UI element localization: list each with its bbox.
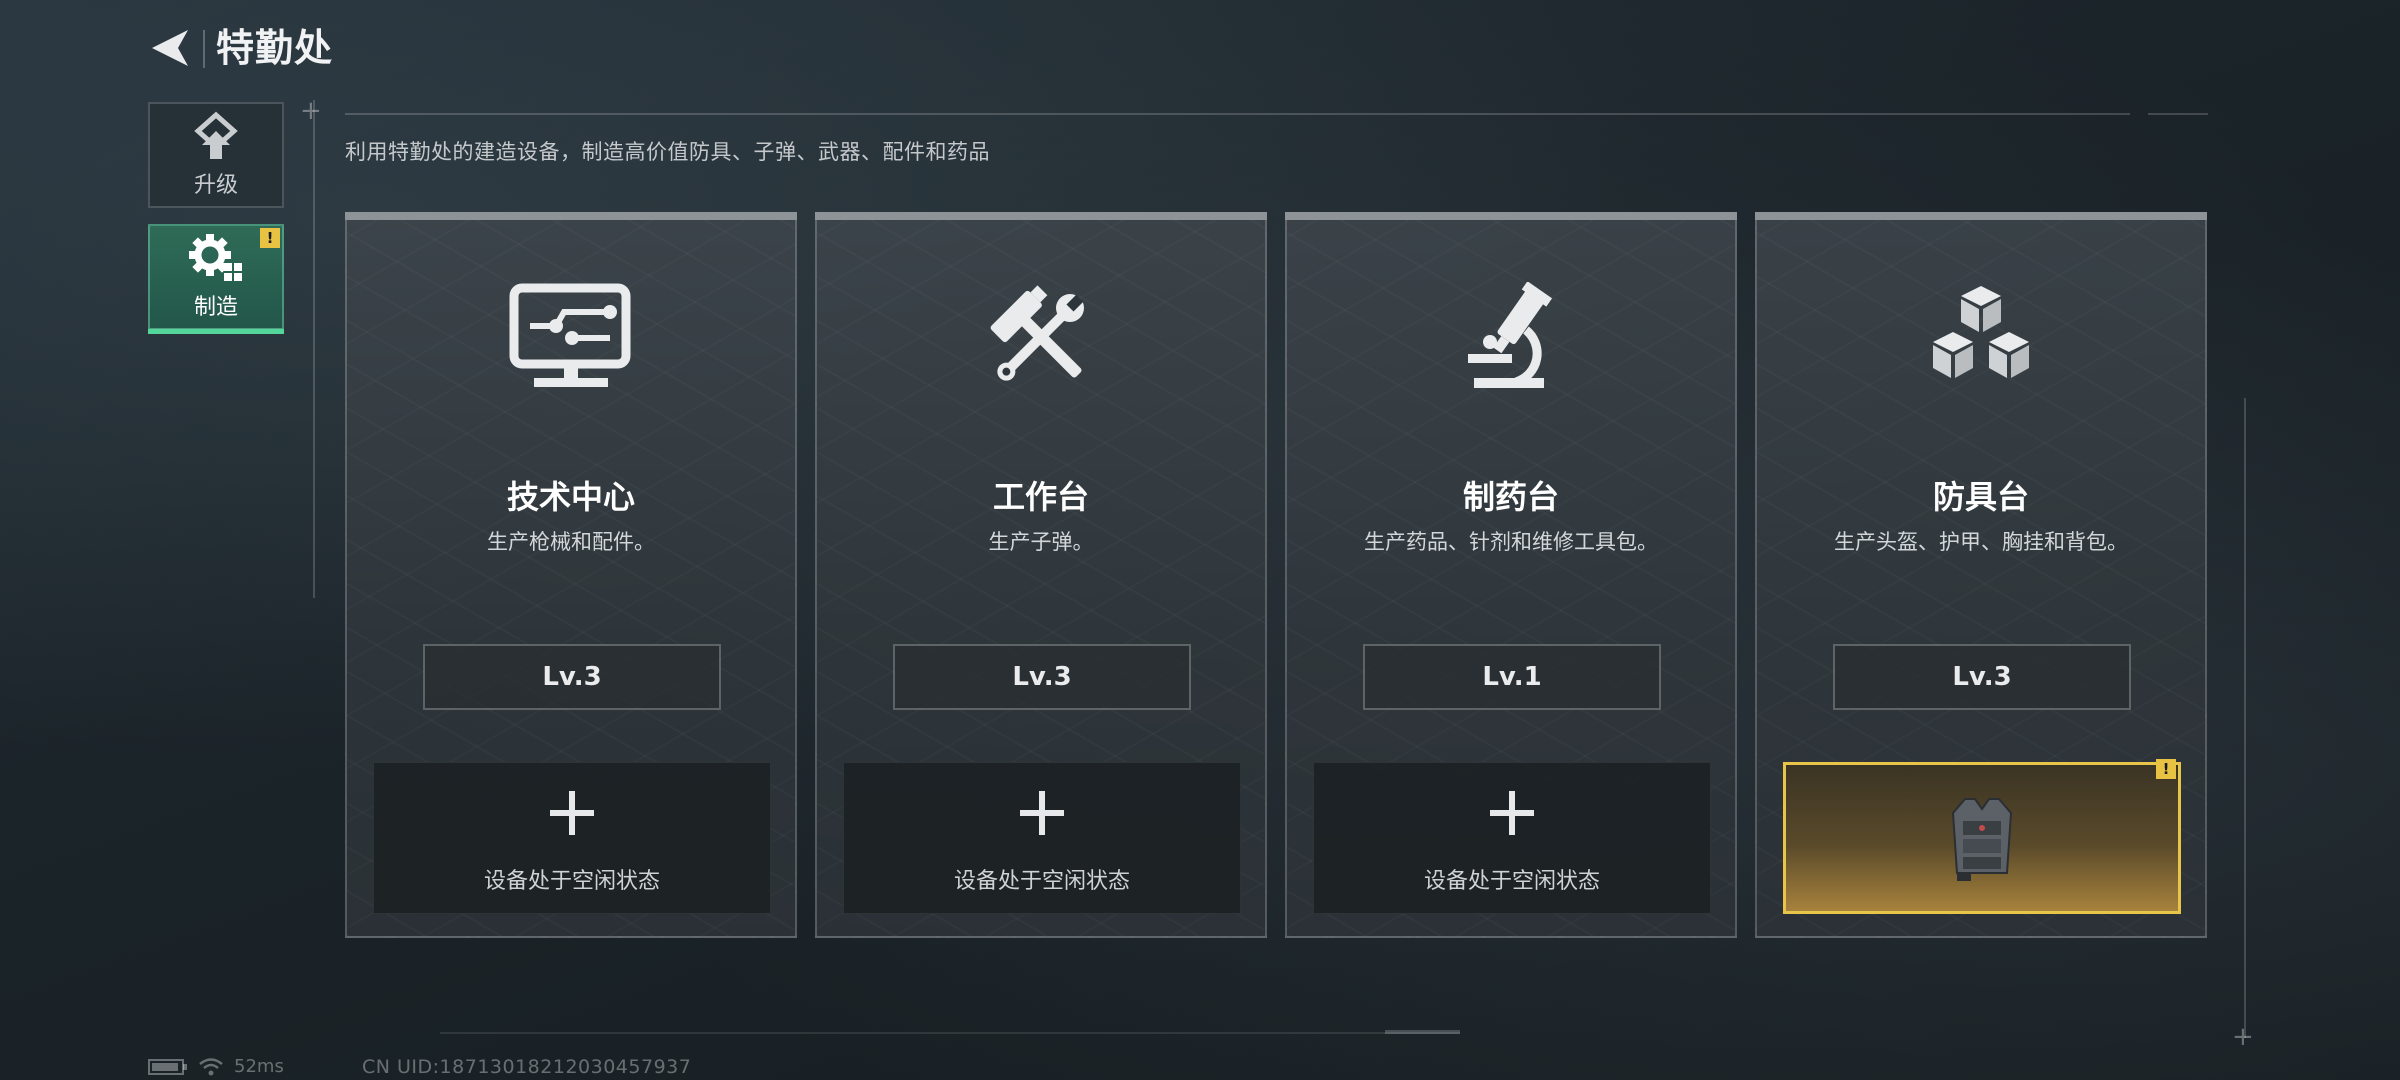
back-arrow-icon <box>152 30 188 66</box>
frame-line-right <box>2244 398 2246 1038</box>
frame-line-top-end <box>2148 113 2208 115</box>
frame-line-left <box>313 100 315 598</box>
cubes-icon <box>1933 286 2029 378</box>
card-title: 防具台 <box>1932 478 2029 516</box>
header-separator <box>203 30 205 68</box>
slot-status-text: 设备处于空闲状态 <box>1423 869 1600 894</box>
tab-craft-alert-badge: ! <box>260 228 280 248</box>
card-title: 制药台 <box>1462 478 1559 516</box>
plus-icon <box>550 791 594 835</box>
ping-text: 52ms <box>234 1056 284 1077</box>
tab-upgrade[interactable]: 升级 <box>148 102 284 208</box>
gear-blocks-icon <box>189 234 242 281</box>
body-armor-icon <box>1951 798 2013 881</box>
microscope-icon <box>1468 282 1553 388</box>
tab-upgrade-label: 升级 <box>193 173 238 198</box>
production-slot[interactable]: 设备处于空闲状态 <box>843 762 1241 914</box>
status-bar: 52ms <box>148 1056 284 1077</box>
card-description: 生产头盔、护甲、胸挂和背包。 <box>1834 530 2128 554</box>
battery-icon <box>148 1058 187 1075</box>
production-slot-active[interactable]: ! <box>1783 759 2181 914</box>
frame-line-top <box>345 113 2130 115</box>
production-slot[interactable]: 设备处于空闲状态 <box>1313 762 1711 914</box>
frame-line-bottom-mark <box>1385 1030 1460 1034</box>
station-card-tech-center[interactable]: 技术中心 生产枪械和配件。 Lv.3 设备处于空闲状态 <box>345 212 797 938</box>
plus-icon <box>1490 791 1534 835</box>
background: 特勤处 升级 制造 ! + + 利用特勤处的建造设备，制造高价值防具、子弹、武器… <box>0 0 2400 1080</box>
tab-craft[interactable]: 制造 ! <box>148 224 284 334</box>
tab-craft-label: 制造 <box>193 295 238 320</box>
level-indicator: Lv.3 <box>423 644 721 710</box>
card-description: 生产枪械和配件。 <box>487 530 655 554</box>
frame-crosshair-top: + <box>300 96 322 126</box>
slot-status-text: 设备处于空闲状态 <box>483 869 660 894</box>
page-title: 特勤处 <box>216 26 334 70</box>
level-indicator: Lv.3 <box>893 644 1191 710</box>
frame-crosshair-bottom: + <box>2232 1022 2254 1052</box>
station-card-pharmacy[interactable]: 制药台 生产药品、针剂和维修工具包。 Lv.1 设备处于空闲状态 <box>1285 212 1737 938</box>
upgrade-icon <box>194 111 238 159</box>
card-title: 技术中心 <box>506 478 635 516</box>
station-card-workbench[interactable]: 工作台 生产子弹。 Lv.3 设备处于空闲状态 <box>815 212 1267 938</box>
slot-status-text: 设备处于空闲状态 <box>953 869 1130 894</box>
station-card-armor[interactable]: 防具台 生产头盔、护甲、胸挂和背包。 Lv.3 ! <box>1755 212 2207 938</box>
back-button[interactable] <box>140 22 200 74</box>
user-uid: CN UID:18713018212030457937 <box>362 1056 692 1078</box>
slot-alert-badge: ! <box>2156 759 2176 779</box>
level-indicator: Lv.1 <box>1363 644 1661 710</box>
level-indicator: Lv.3 <box>1833 644 2131 710</box>
card-title: 工作台 <box>992 478 1089 516</box>
page-subtitle: 利用特勤处的建造设备，制造高价值防具、子弹、武器、配件和药品 <box>345 140 990 164</box>
frame-line-bottom <box>440 1032 1460 1034</box>
hammer-wrench-icon <box>990 285 1084 381</box>
wifi-icon <box>199 1057 223 1075</box>
card-description: 生产药品、针剂和维修工具包。 <box>1364 530 1658 554</box>
card-description: 生产子弹。 <box>988 530 1094 554</box>
plus-icon <box>1020 791 1064 835</box>
production-slot[interactable]: 设备处于空闲状态 <box>373 762 771 914</box>
computer-icon <box>509 283 631 387</box>
